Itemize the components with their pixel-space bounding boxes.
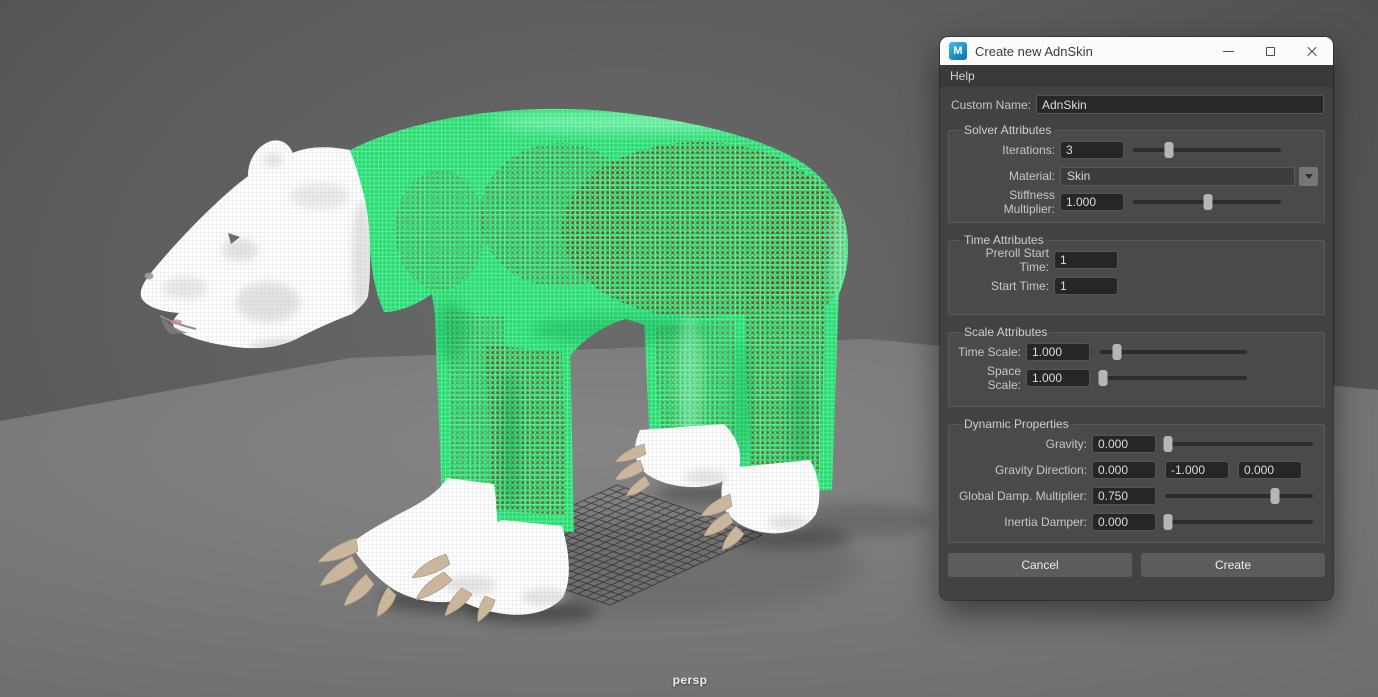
preroll-start-time-row: Preroll Start Time: [955,247,1318,273]
global-damp-slider[interactable] [1165,494,1313,498]
section-title-solver: Solver Attributes [960,123,1055,137]
time-scale-slider-handle[interactable] [1112,344,1121,360]
space-scale-slider-handle[interactable] [1099,370,1108,386]
camera-label: persp [630,673,750,687]
dialog-title: Create new AdnSkin [975,44,1093,59]
space-scale-label: Space Scale: [955,364,1021,392]
maximize-icon [1266,47,1275,56]
stiffness-row: Stiffness Multiplier: [955,189,1318,215]
gravity-direction-row: Gravity Direction: [955,457,1318,483]
gravity-direction-z-input[interactable] [1238,461,1302,479]
close-button[interactable] [1291,37,1333,65]
material-label: Material: [955,169,1055,183]
stiffness-input[interactable] [1060,193,1124,211]
stiffness-slider-handle[interactable] [1204,194,1213,210]
start-time-input[interactable] [1054,277,1118,295]
gravity-row: Gravity: [955,431,1318,457]
bear-head [141,140,372,357]
close-icon [1306,45,1318,57]
section-title-dynamic: Dynamic Properties [960,417,1073,431]
stiffness-label: Stiffness Multiplier: [955,188,1055,216]
global-damp-slider-handle[interactable] [1270,488,1279,504]
inertia-damper-slider-handle[interactable] [1163,514,1172,530]
bear-ear-inner [264,153,282,167]
material-dropdown-value: Skin [1067,169,1090,183]
material-row: Material: Skin [955,163,1318,189]
global-damp-row: Global Damp. Multiplier: [955,483,1318,509]
inertia-damper-row: Inertia Damper: [955,509,1318,535]
space-scale-row: Space Scale: [955,365,1318,391]
dialog-body: Custom Name: Solver Attributes Iteration… [940,87,1333,577]
space-scale-input[interactable] [1026,369,1090,387]
section-dynamic-properties: Dynamic Properties Gravity: Gravity Dire… [948,417,1325,543]
minimize-button[interactable] [1207,37,1249,65]
global-damp-label: Global Damp. Multiplier: [955,489,1087,503]
section-title-scale: Scale Attributes [960,325,1051,339]
chevron-down-icon [1305,174,1313,179]
window-controls [1207,37,1333,65]
create-button[interactable]: Create [1141,553,1325,577]
stiffness-slider[interactable] [1133,200,1281,204]
dialog-actions: Cancel Create [948,553,1325,577]
custom-name-label: Custom Name: [949,98,1031,112]
preroll-start-time-input[interactable] [1054,251,1118,269]
preroll-start-time-label: Preroll Start Time: [955,246,1049,274]
maximize-button[interactable] [1249,37,1291,65]
custom-name-row: Custom Name: [940,91,1333,121]
maya-app-icon: M [949,42,967,60]
gravity-direction-label: Gravity Direction: [955,463,1087,477]
gravity-label: Gravity: [955,437,1087,451]
iterations-slider[interactable] [1133,148,1281,152]
time-scale-row: Time Scale: [955,339,1318,365]
menu-help[interactable]: Help [940,65,985,87]
section-title-time: Time Attributes [960,233,1048,247]
dialog-titlebar[interactable]: M Create new AdnSkin [940,37,1333,65]
gravity-direction-y-input[interactable] [1165,461,1229,479]
maya-screen: persp M Create new AdnSkin Help Custom N… [0,0,1378,697]
inertia-damper-label: Inertia Damper: [955,515,1087,529]
space-scale-slider[interactable] [1099,376,1247,380]
global-damp-input[interactable] [1092,487,1156,505]
bear-nostril [145,273,154,280]
minimize-icon [1223,51,1234,52]
time-scale-label: Time Scale: [955,345,1021,359]
iterations-label: Iterations: [955,143,1055,157]
material-dropdown-button[interactable] [1299,167,1318,186]
time-scale-slider[interactable] [1099,350,1247,354]
start-time-label: Start Time: [955,279,1049,293]
cancel-button[interactable]: Cancel [948,553,1132,577]
bear-tongue [170,320,182,325]
gravity-slider-handle[interactable] [1163,436,1172,452]
section-time-attributes: Time Attributes Preroll Start Time: Star… [948,233,1325,315]
iterations-input[interactable] [1060,141,1124,159]
start-time-row: Start Time: [955,273,1318,299]
gravity-slider[interactable] [1165,442,1313,446]
section-scale-attributes: Scale Attributes Time Scale: Space Scale… [948,325,1325,407]
inertia-damper-input[interactable] [1092,513,1156,531]
iterations-row: Iterations: [955,137,1318,163]
create-adnskin-dialog: M Create new AdnSkin Help Custom Name: S… [940,37,1333,600]
section-solver-attributes: Solver Attributes Iterations: Material: … [948,123,1325,223]
menu-bar: Help [940,65,1333,87]
time-scale-input[interactable] [1026,343,1090,361]
gravity-direction-x-input[interactable] [1092,461,1156,479]
iterations-slider-handle[interactable] [1164,142,1173,158]
inertia-damper-slider[interactable] [1165,520,1313,524]
gravity-input[interactable] [1092,435,1156,453]
material-dropdown[interactable]: Skin [1060,167,1295,186]
custom-name-input[interactable] [1036,95,1324,114]
